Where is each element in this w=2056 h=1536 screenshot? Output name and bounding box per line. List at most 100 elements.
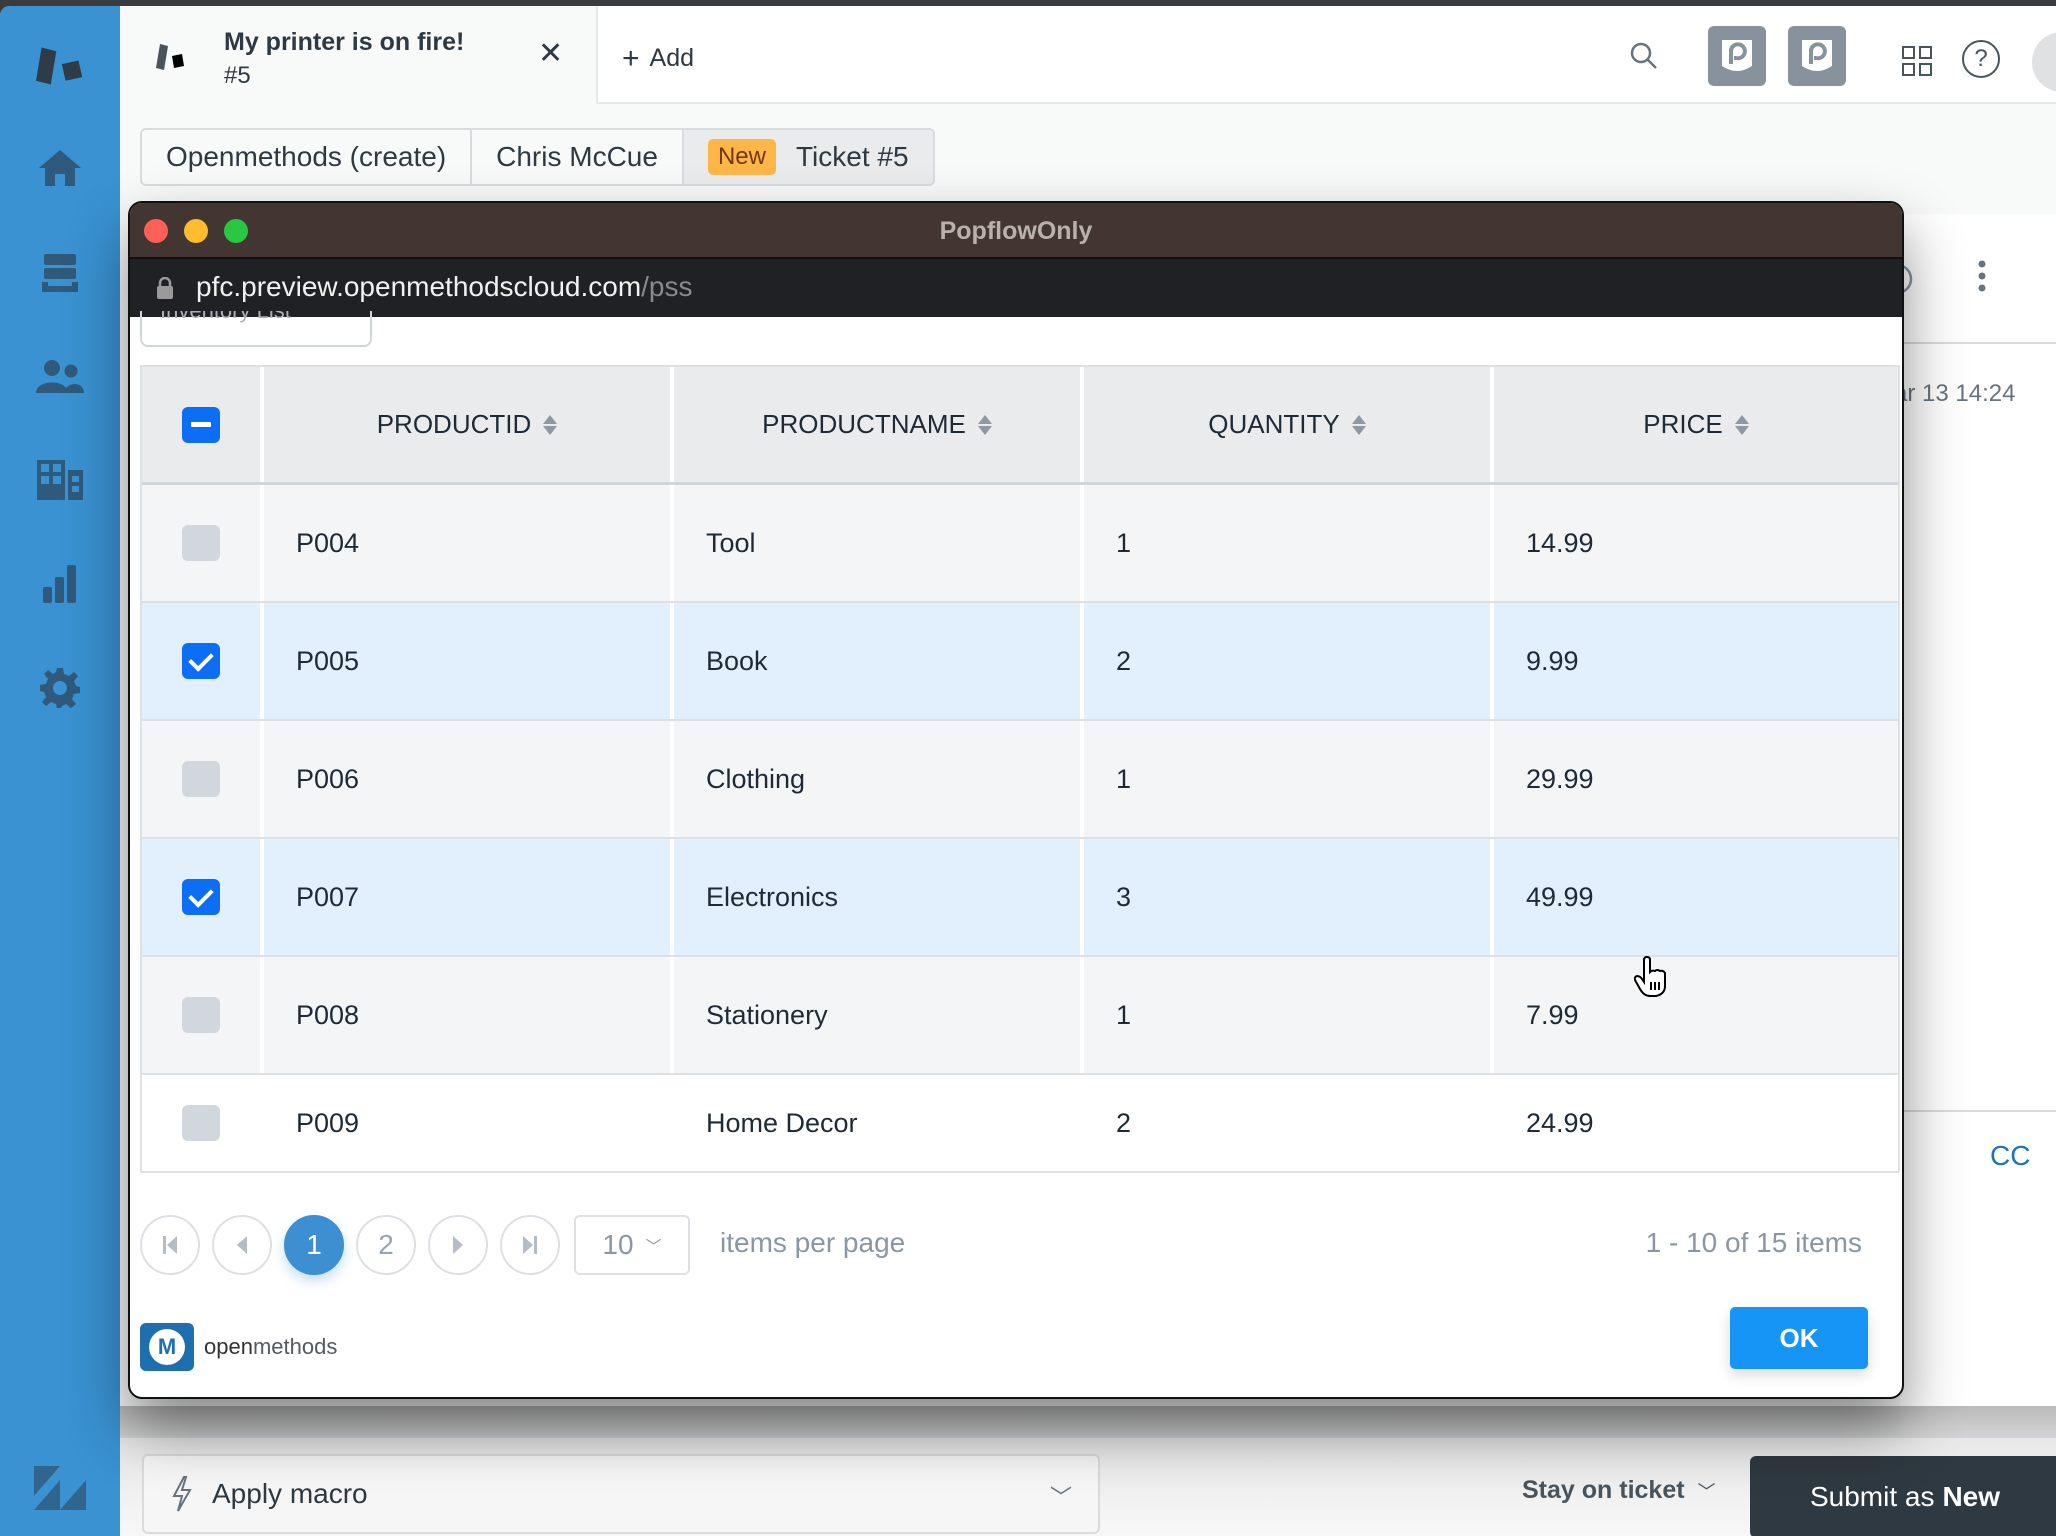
table-row[interactable]: P007 Electronics 3 49.99: [142, 839, 1898, 957]
sidebar-item-admin[interactable]: [36, 664, 84, 712]
column-header-quantity[interactable]: QUANTITY: [1084, 367, 1494, 482]
ticket-tab-icon: [156, 44, 184, 70]
pagination-info: 1 - 10 of 15 items: [1645, 1227, 1862, 1258]
url-text: pfc.preview.openmethodscloud.com/pss: [196, 271, 693, 303]
lightning-icon: [172, 1476, 192, 1512]
zendesk-logo-icon[interactable]: [36, 42, 84, 90]
select-all-checkbox[interactable]: [182, 406, 220, 443]
cell-quantity: 2: [1116, 1107, 1132, 1138]
divider: [1900, 342, 2056, 344]
search-icon[interactable]: [1630, 42, 1658, 70]
column-header-productid[interactable]: PRODUCTID: [264, 367, 674, 482]
window-titlebar[interactable]: PopflowOnly: [130, 203, 1902, 259]
apply-macro-dropdown[interactable]: Apply macro ﹀: [142, 1454, 1100, 1534]
page-size-select[interactable]: 10 ﹀: [574, 1215, 690, 1275]
row-select-cell: [142, 957, 264, 1073]
ok-button[interactable]: OK: [1730, 1307, 1868, 1369]
cell-productname: Tool: [674, 485, 1084, 601]
sidebar-item-views[interactable]: [36, 248, 84, 296]
url-bar: pfc.preview.openmethodscloud.com/pss: [130, 259, 1902, 317]
app-button-1[interactable]: [1708, 26, 1766, 86]
table-row[interactable]: P006 Clothing 1 29.99: [142, 721, 1898, 839]
cell-quantity: 2: [1084, 603, 1494, 719]
column-header-price[interactable]: PRICE: [1494, 367, 1898, 482]
openmethods-logo-icon: M: [140, 1323, 194, 1371]
table-row[interactable]: P005 Book 2 9.99: [142, 603, 1898, 721]
brand-name: openmethods: [204, 1334, 337, 1360]
breadcrumb-organization[interactable]: Openmethods (create): [142, 130, 473, 184]
breadcrumb-ticket[interactable]: New Ticket #5: [683, 130, 933, 184]
sidebar-item-reporting[interactable]: [36, 560, 84, 608]
table-row[interactable]: P009 Home Decor 2 24.99: [142, 1075, 1898, 1171]
apply-macro-label: Apply macro: [212, 1478, 368, 1509]
url-host: pfc.preview.openmethodscloud.com: [196, 271, 642, 302]
cell-price: 7.99: [1526, 999, 1579, 1030]
bottom-bar: Apply macro ﹀ Stay on ticket ﹀ Submit as…: [120, 1436, 2056, 1536]
sort-icon: [977, 414, 992, 435]
row-select-cell: [142, 1075, 264, 1171]
row-checkbox[interactable]: [182, 761, 220, 797]
cell-productid: P006: [264, 721, 674, 837]
ticket-tab[interactable]: My printer is on fire! #5 ✕: [120, 6, 598, 104]
popflow-modal: PopflowOnly pfc.preview.openmethodscloud…: [128, 201, 1904, 1399]
add-tab-button[interactable]: + Add: [622, 42, 694, 76]
last-page-button[interactable]: [500, 1215, 560, 1275]
pagination: 1 2 10 ﹀ items per page 1 - 10 of 15 ite…: [140, 1215, 1900, 1279]
row-select-cell: [142, 485, 264, 601]
chevron-down-icon: ﹀: [1049, 1485, 1072, 1510]
grid-header: PRODUCTID PRODUCTNAME QUANTITY PRICE: [142, 367, 1898, 485]
cell-quantity: 3: [1084, 839, 1494, 955]
inventory-list-field[interactable]: Inventory List: [140, 311, 372, 347]
breadcrumb-ticket-label: Ticket #5: [795, 141, 909, 172]
page-1-button[interactable]: 1: [284, 1215, 344, 1275]
app-button-2[interactable]: [1788, 26, 1846, 86]
row-select-cell: [142, 839, 264, 955]
submit-prefix: Submit as: [1809, 1481, 1935, 1512]
first-page-button[interactable]: [140, 1215, 200, 1275]
column-header-label: PRODUCTNAME: [762, 409, 966, 439]
prev-page-button[interactable]: [212, 1215, 272, 1275]
row-checkbox[interactable]: [182, 997, 220, 1033]
page-size-label: items per page: [720, 1227, 906, 1258]
grid-body: P004 Tool 1 14.99 P005 Book 2 9.99 P006 Clothing 1…: [142, 485, 1898, 1171]
users-icon: [36, 360, 84, 393]
select-all-cell: [142, 367, 264, 482]
page-2-button[interactable]: 2: [356, 1215, 416, 1275]
status-badge: New: [707, 139, 776, 175]
cell-productid: P007: [264, 839, 674, 955]
more-options-icon[interactable]: [1976, 258, 1988, 294]
zendesk-icon[interactable]: [34, 1466, 86, 1510]
sidebar-item-home[interactable]: [36, 144, 84, 192]
last-page-icon: [523, 1236, 537, 1254]
sidebar-item-customers[interactable]: [36, 352, 84, 400]
apps-grid-icon[interactable]: [1902, 46, 1932, 76]
row-checkbox[interactable]: [182, 525, 220, 561]
row-checkbox[interactable]: [182, 1105, 220, 1141]
help-icon[interactable]: ?: [1962, 40, 2000, 78]
next-page-button[interactable]: [428, 1215, 488, 1275]
sidebar-item-organizations[interactable]: [36, 456, 84, 504]
sort-icon: [1351, 414, 1366, 435]
stay-on-ticket-dropdown[interactable]: Stay on ticket ﹀: [1522, 1476, 1716, 1505]
table-row[interactable]: P004 Tool 1 14.99: [142, 485, 1898, 603]
cell-productname: Book: [674, 603, 1084, 719]
close-tab-icon[interactable]: ✕: [538, 36, 563, 71]
stay-on-ticket-label: Stay on ticket: [1522, 1476, 1685, 1504]
page-size-value: 10: [602, 1229, 634, 1260]
home-icon: [39, 150, 81, 186]
add-tab-label: Add: [649, 44, 695, 72]
user-avatar[interactable]: [2032, 32, 2056, 92]
cell-productname: Electronics: [674, 839, 1084, 955]
product-grid: PRODUCTID PRODUCTNAME QUANTITY PRICE P00…: [140, 365, 1900, 1173]
bar-chart-icon: [43, 565, 76, 603]
row-checkbox[interactable]: [182, 643, 220, 679]
breadcrumb-requester[interactable]: Chris McCue: [472, 130, 684, 184]
cc-link[interactable]: CC: [1990, 1140, 2030, 1172]
chevron-down-icon: ﹀: [1697, 1482, 1716, 1502]
submit-button[interactable]: Submit as New: [1750, 1456, 2056, 1536]
column-header-productname[interactable]: PRODUCTNAME: [674, 367, 1084, 482]
app-p-icon: [1722, 40, 1752, 71]
url-path: /pss: [641, 271, 693, 302]
row-checkbox[interactable]: [182, 879, 220, 915]
hand-cursor-icon: [1634, 956, 1666, 997]
